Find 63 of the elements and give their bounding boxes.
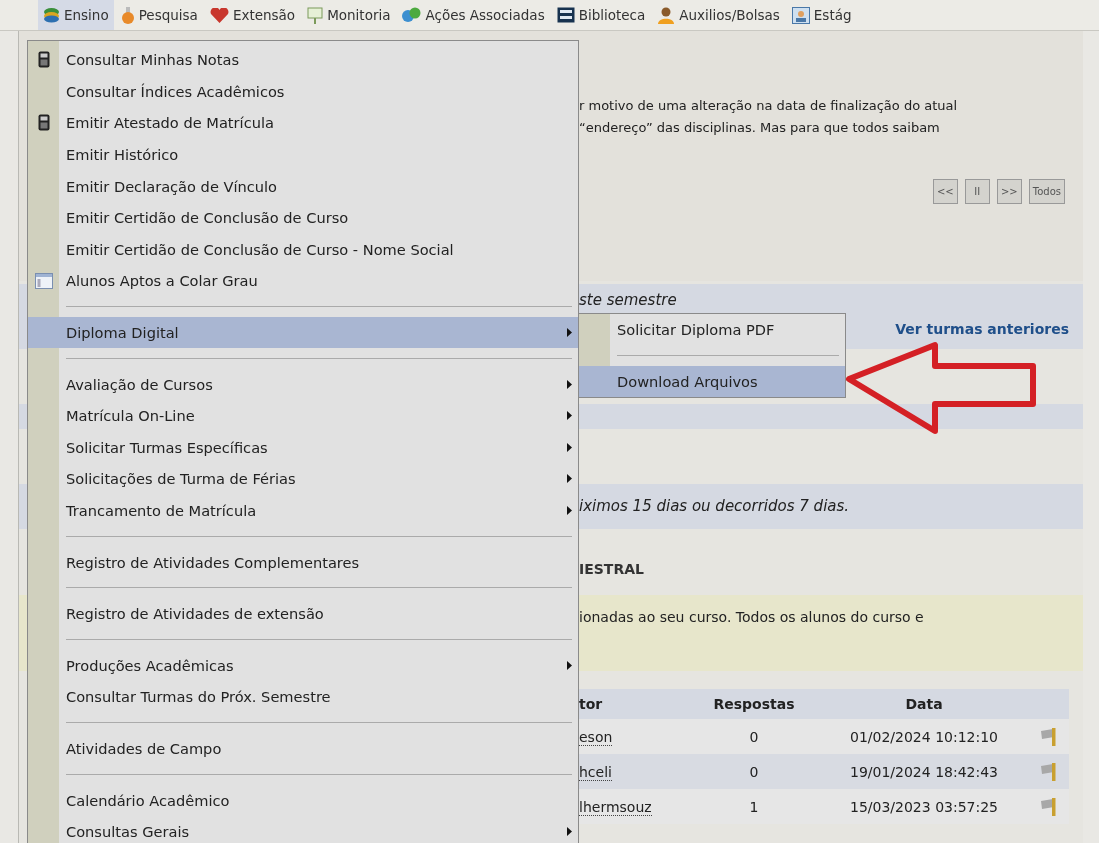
menu-item[interactable]: Atividades de Campo bbox=[28, 732, 578, 765]
menu-item[interactable]: Consultar Minhas Notas bbox=[28, 44, 578, 76]
menu-item[interactable]: Matrícula On-Line bbox=[28, 399, 578, 432]
notice-text: “endereço” das disciplinas. Mas para que todos saibam bbox=[579, 119, 941, 137]
forum-title: IESTRAL bbox=[579, 561, 645, 577]
column-header: Respostas bbox=[712, 696, 796, 712]
column-header: tor bbox=[579, 696, 604, 712]
menu-item[interactable]: Registro de Atividades Complementares bbox=[28, 546, 578, 578]
pager-button[interactable]: II bbox=[964, 179, 990, 204]
menu-item[interactable]: Emitir Certidão de Conclusão de Curso bbox=[28, 201, 578, 234]
menu-bar-item[interactable]: Pesquisa bbox=[115, 0, 203, 30]
menu-icon bbox=[556, 7, 575, 23]
notice-text: r motivo de uma alteração na data de finalização do atual bbox=[579, 97, 959, 115]
menu-item[interactable]: Consultar Turmas do Próx. Semestre bbox=[28, 681, 578, 713]
menu-item[interactable]: Consultas Gerais bbox=[28, 815, 578, 843]
menu-item[interactable]: Solicitar Turmas Específicas bbox=[28, 431, 578, 464]
flag-icon[interactable] bbox=[1039, 726, 1059, 747]
calculator-icon bbox=[37, 114, 50, 132]
menu-item[interactable]: Emitir Atestado de Matrícula bbox=[28, 107, 578, 139]
menu-icon bbox=[402, 7, 422, 23]
menu-item[interactable]: Avaliação de Cursos bbox=[28, 368, 578, 400]
menu-item[interactable]: Solicitações de Turma de Férias bbox=[28, 463, 578, 495]
menu-item[interactable]: Trancamento de Matrícula bbox=[28, 494, 578, 527]
menu-item[interactable]: Emitir Histórico bbox=[28, 138, 578, 171]
menu-item[interactable]: Emitir Declaração de Vínculo bbox=[28, 170, 578, 202]
menu-bar-item[interactable]: Monitoria bbox=[302, 0, 396, 30]
menu-icon bbox=[307, 6, 324, 24]
pager-button[interactable]: << bbox=[932, 179, 958, 204]
table-cell-text: 15/03/2023 03:57:25 bbox=[849, 798, 999, 815]
menu-icon bbox=[657, 6, 676, 24]
table-cell-text: 19/01/2024 18:42:43 bbox=[849, 763, 999, 780]
menu-icon bbox=[209, 7, 229, 23]
flag-icon[interactable] bbox=[1039, 761, 1059, 782]
pager-button[interactable]: Todos bbox=[1028, 179, 1065, 204]
menu-item[interactable]: Calendário Acadêmico bbox=[28, 784, 578, 816]
pager-button[interactable]: >> bbox=[996, 179, 1022, 204]
menu-item[interactable]: Alunos Aptos a Colar Grau bbox=[28, 265, 578, 297]
menu-item[interactable]: Emitir Certidão de Conclusão de Curso - Nome Social bbox=[28, 233, 578, 266]
menu-item[interactable]: Diploma Digital bbox=[28, 316, 578, 349]
table-cell-text: 01/02/2024 10:12:10 bbox=[849, 728, 999, 745]
column-header: Data bbox=[904, 696, 944, 712]
menu-icon bbox=[791, 6, 810, 24]
menu-bar-item[interactable]: Estág bbox=[786, 0, 857, 30]
previous-classes-link[interactable]: Ver turmas anteriores bbox=[895, 321, 1069, 337]
menu-item[interactable]: Registro de Atividades de extensão bbox=[28, 597, 578, 630]
menu-icon bbox=[43, 7, 60, 23]
menu-bar-item[interactable]: Extensão bbox=[204, 0, 301, 30]
table-cell-text: 0 bbox=[748, 763, 760, 780]
calculator-icon bbox=[37, 51, 50, 69]
menu-bar-item[interactable]: Ensino bbox=[38, 0, 114, 30]
flag-icon[interactable] bbox=[1039, 796, 1059, 817]
menu-bar-item[interactable]: Ações Associadas bbox=[397, 0, 550, 30]
table-cell-text: 0 bbox=[748, 728, 760, 745]
menu-bar-item[interactable]: Biblioteca bbox=[551, 0, 651, 30]
menu-item[interactable]: Download Arquivos bbox=[579, 365, 845, 398]
menu-item[interactable]: Solicitar Diploma PDF bbox=[579, 314, 845, 346]
window-icon bbox=[34, 272, 53, 289]
reminder-text: iximos 15 dias ou decorridos 7 dias. bbox=[579, 498, 851, 515]
section-heading: ste semestre bbox=[579, 292, 678, 309]
menu-icon bbox=[120, 6, 135, 24]
table-cell-text: 1 bbox=[748, 798, 760, 815]
menu-bar-item[interactable]: Auxilios/Bolsas bbox=[652, 0, 785, 30]
menu-item[interactable]: Consultar Índices Acadêmicos bbox=[28, 75, 578, 108]
